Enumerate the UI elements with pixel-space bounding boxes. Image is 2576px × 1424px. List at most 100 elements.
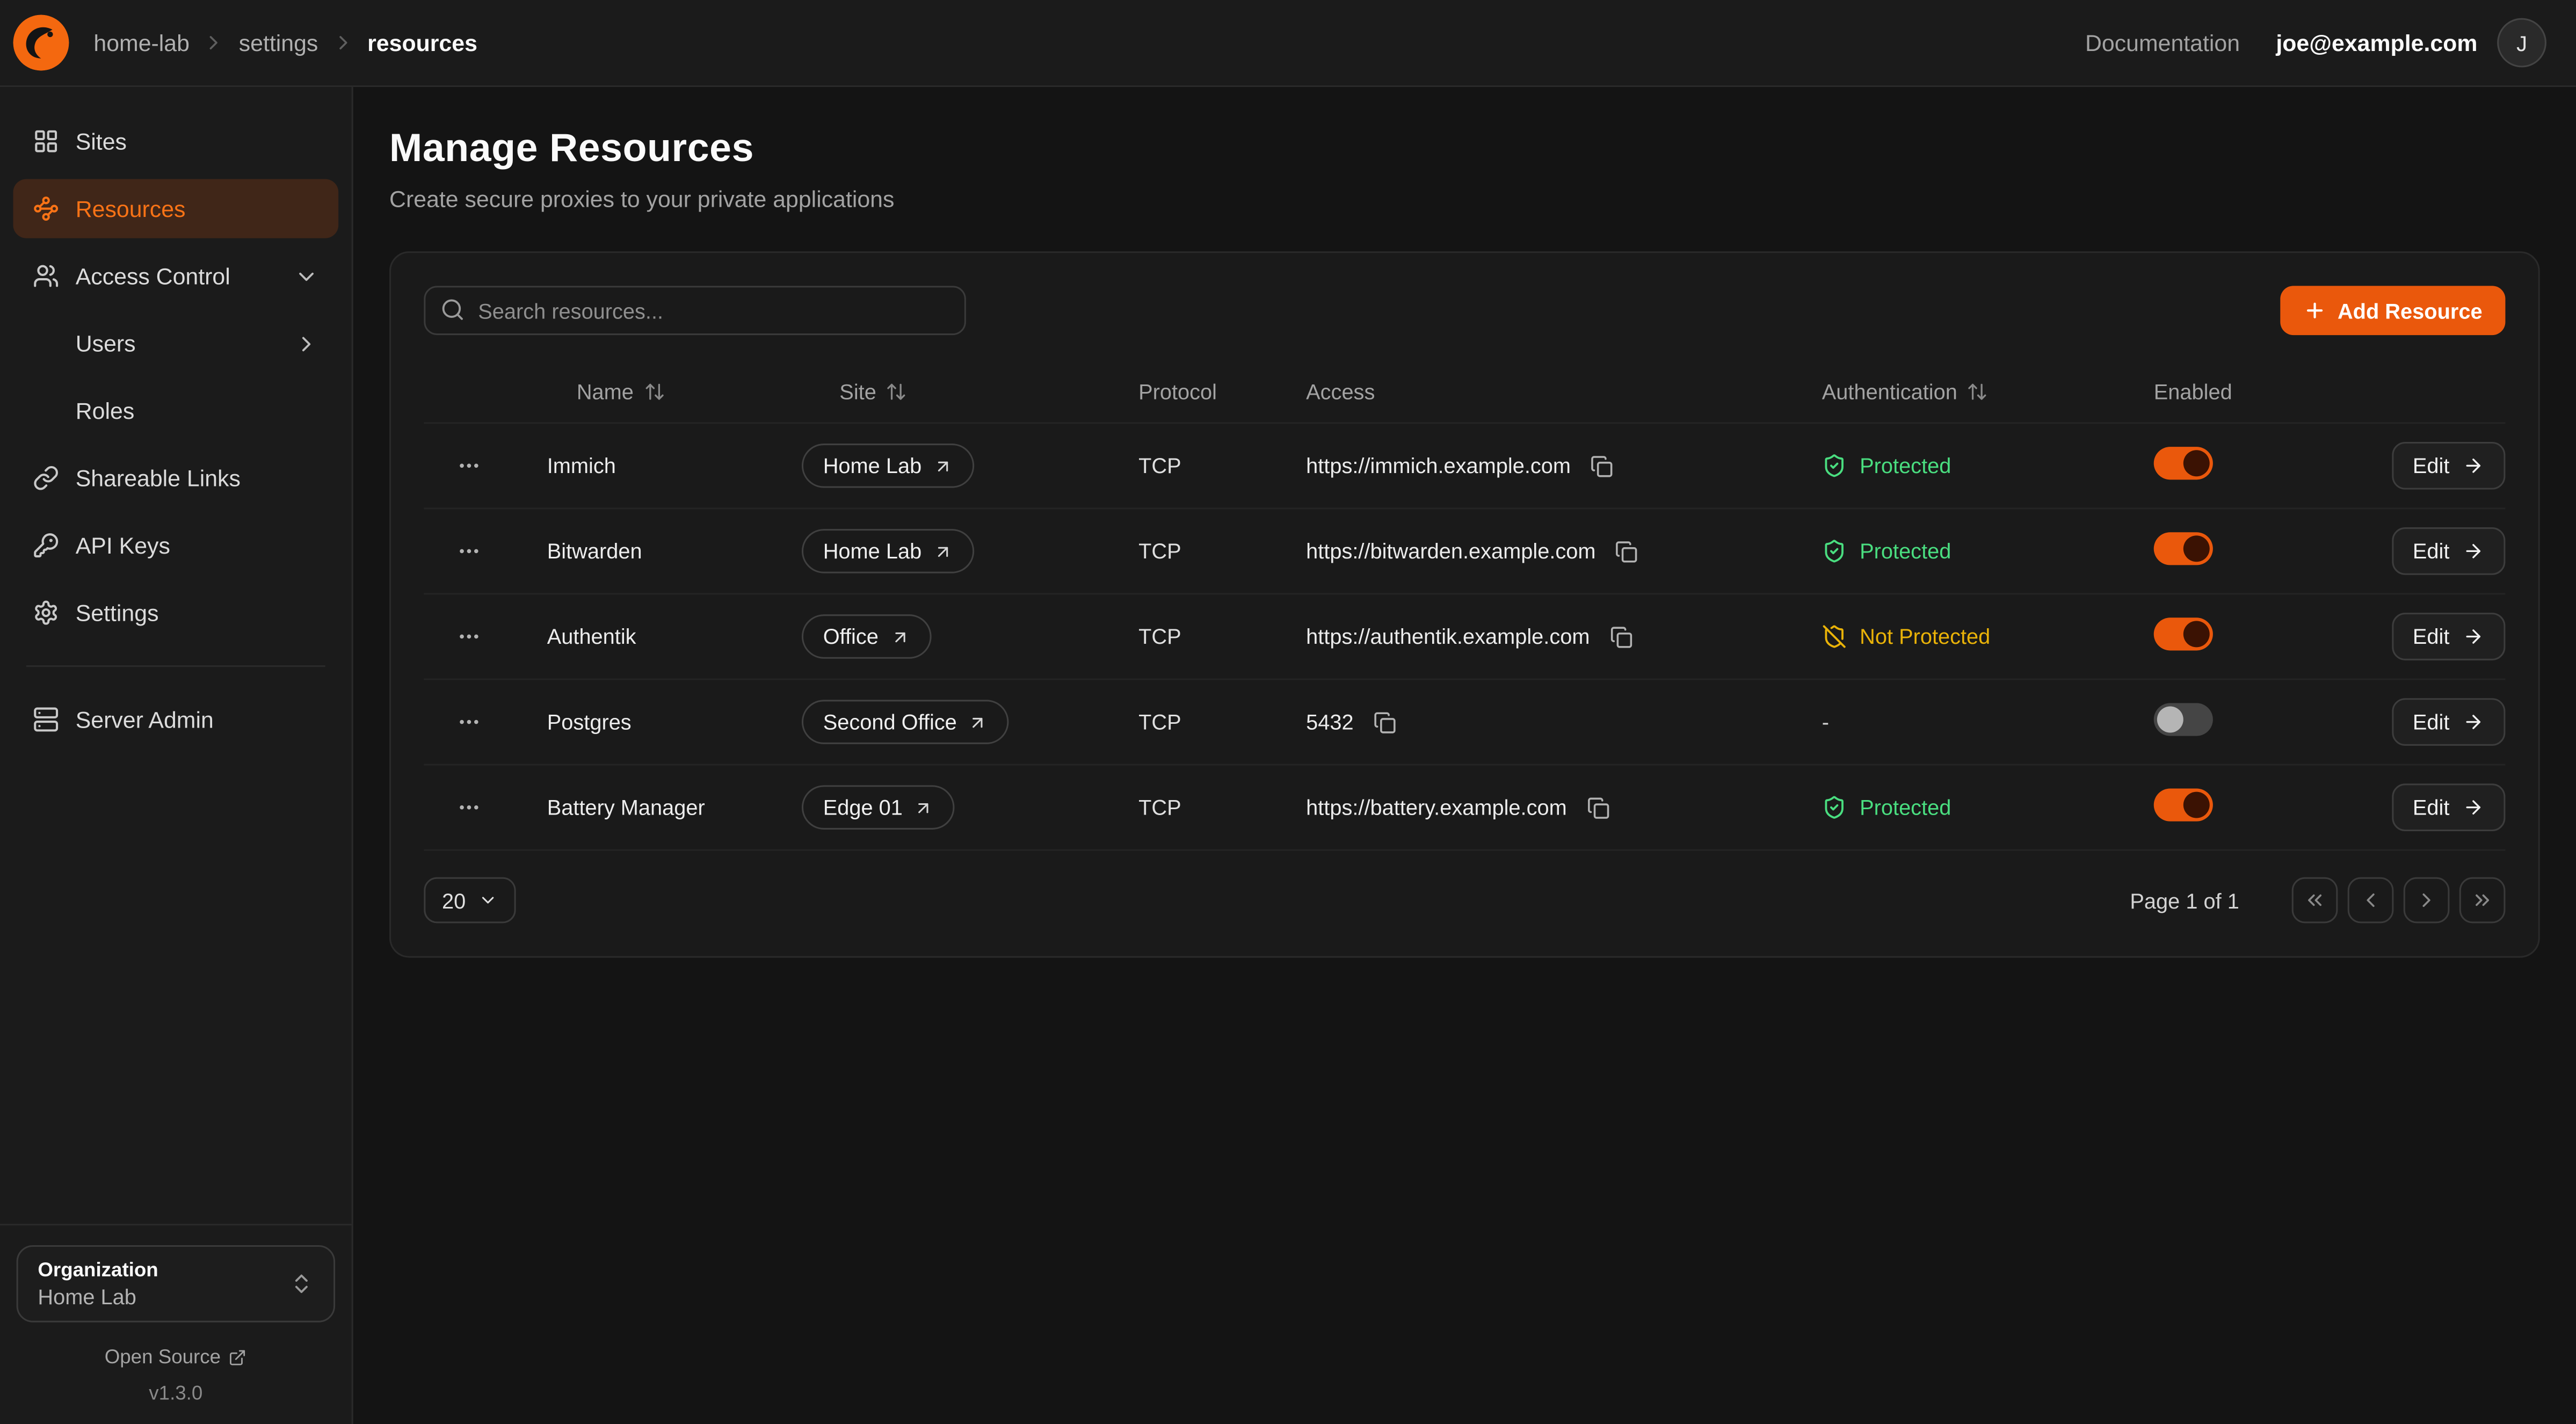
- sidebar-item-access-control[interactable]: Access Control: [13, 246, 338, 306]
- header-label: Access: [1306, 380, 1375, 404]
- previous-page-button[interactable]: [2348, 877, 2394, 924]
- page-size-select[interactable]: 20: [424, 877, 517, 924]
- avatar[interactable]: J: [2497, 18, 2546, 68]
- access-url: https://authentik.example.com: [1306, 624, 1590, 649]
- shield-check-icon: [1822, 453, 1847, 478]
- protocol: TCP: [1138, 624, 1306, 649]
- open-source-label: Open Source: [105, 1346, 221, 1369]
- enabled-toggle[interactable]: [2154, 532, 2213, 565]
- add-resource-label: Add Resource: [2338, 298, 2483, 323]
- copy-icon[interactable]: [1606, 622, 1636, 651]
- copy-icon[interactable]: [1583, 793, 1613, 822]
- breadcrumb-org[interactable]: home-lab: [93, 30, 190, 56]
- row-menu-button[interactable]: [450, 703, 488, 740]
- header-authentication[interactable]: Authentication: [1819, 380, 2151, 404]
- arrow-up-right-icon: [933, 456, 953, 476]
- shield-off-icon: [1822, 624, 1847, 649]
- site-name: Second Office: [823, 710, 957, 735]
- documentation-link[interactable]: Documentation: [2085, 30, 2240, 56]
- arrow-right-icon: [2463, 626, 2484, 648]
- arrow-right-icon: [2463, 541, 2484, 562]
- sidebar-item-api-keys[interactable]: API Keys: [13, 516, 338, 575]
- site-link[interactable]: Second Office: [802, 700, 1010, 744]
- page-subtitle: Create secure proxies to your private ap…: [389, 186, 2540, 212]
- site-link[interactable]: Office: [802, 614, 931, 659]
- sidebar-divider: [26, 665, 325, 667]
- key-icon: [33, 532, 59, 558]
- organization-label: Organization: [38, 1258, 289, 1281]
- edit-button[interactable]: Edit: [2391, 698, 2505, 746]
- copy-icon[interactable]: [1587, 451, 1617, 481]
- sidebar-item-shareable-links[interactable]: Shareable Links: [13, 448, 338, 507]
- edit-button[interactable]: Edit: [2391, 527, 2505, 575]
- open-source-link[interactable]: Open Source: [17, 1346, 336, 1369]
- resources-toolbar: Add Resource: [424, 286, 2505, 335]
- next-page-button[interactable]: [2404, 877, 2450, 924]
- sidebar-item-settings[interactable]: Settings: [13, 583, 338, 642]
- resource-name: Immich: [523, 453, 802, 478]
- resource-name: Postgres: [523, 710, 802, 735]
- auth-status: Not Protected: [1819, 624, 2151, 649]
- breadcrumb-settings[interactable]: settings: [239, 30, 318, 56]
- edit-button[interactable]: Edit: [2391, 783, 2505, 831]
- shield-check-icon: [1822, 539, 1847, 563]
- shield-check-icon: [1822, 795, 1847, 820]
- enabled-toggle[interactable]: [2154, 617, 2213, 650]
- sidebar-item-resources[interactable]: Resources: [13, 179, 338, 238]
- header-label: Site: [839, 380, 876, 404]
- search-input[interactable]: [424, 286, 966, 335]
- copy-icon[interactable]: [1370, 707, 1399, 737]
- organization-picker[interactable]: Organization Home Lab: [17, 1245, 336, 1323]
- enabled-toggle[interactable]: [2154, 703, 2213, 736]
- row-menu-button[interactable]: [450, 617, 488, 655]
- protocol: TCP: [1138, 710, 1306, 735]
- enabled-toggle[interactable]: [2154, 788, 2213, 821]
- arrow-up-right-icon: [933, 541, 953, 561]
- header-protocol: Protocol: [1138, 380, 1306, 404]
- auth-status: -: [1819, 710, 2151, 735]
- sidebar-item-users[interactable]: Users: [13, 314, 338, 373]
- header-site[interactable]: Site: [802, 380, 1138, 404]
- resource-name: Bitwarden: [523, 539, 802, 563]
- edit-label: Edit: [2413, 710, 2450, 735]
- row-menu-button[interactable]: [450, 532, 488, 570]
- chevrons-up-down-icon: [289, 1272, 314, 1296]
- header-name[interactable]: Name: [523, 380, 802, 404]
- breadcrumb-resources[interactable]: resources: [367, 30, 477, 56]
- page-size-value: 20: [442, 888, 466, 913]
- sidebar-item-server-admin[interactable]: Server Admin: [13, 690, 338, 749]
- edit-label: Edit: [2413, 624, 2450, 649]
- row-menu-button[interactable]: [450, 788, 488, 826]
- organization-picker-text: Organization Home Lab: [38, 1258, 289, 1309]
- auth-status: Protected: [1819, 539, 2151, 563]
- add-resource-button[interactable]: Add Resource: [2280, 286, 2506, 335]
- toggle-knob: [2183, 621, 2210, 647]
- edit-button[interactable]: Edit: [2391, 613, 2505, 660]
- waypoints-icon: [33, 195, 59, 222]
- enabled-toggle[interactable]: [2154, 447, 2213, 479]
- header-label: Authentication: [1822, 380, 1957, 404]
- header-label: Name: [577, 380, 634, 404]
- last-page-button[interactable]: [2459, 877, 2506, 924]
- site-link[interactable]: Edge 01: [802, 785, 955, 830]
- sidebar-item-roles[interactable]: Roles: [13, 381, 338, 440]
- resource-name: Battery Manager: [523, 795, 802, 820]
- sidebar-item-sites[interactable]: Sites: [13, 112, 338, 171]
- edit-label: Edit: [2413, 795, 2450, 820]
- site-link[interactable]: Home Lab: [802, 529, 974, 573]
- row-menu-button[interactable]: [450, 447, 488, 484]
- site-link[interactable]: Home Lab: [802, 444, 974, 488]
- first-page-button[interactable]: [2292, 877, 2338, 924]
- table-row: Battery Manager Edge 01 TCP https://batt…: [424, 766, 2505, 851]
- sidebar-item-label: Resources: [76, 195, 186, 222]
- copy-icon[interactable]: [1612, 536, 1642, 566]
- breadcrumb: home-lab settings resources: [93, 30, 477, 56]
- table-footer: 20 Page 1 of 1: [424, 877, 2505, 924]
- breadcrumb-separator-icon: [202, 31, 226, 54]
- arrow-up-right-icon: [914, 797, 934, 817]
- app-logo[interactable]: [13, 15, 69, 71]
- edit-button[interactable]: Edit: [2391, 442, 2505, 490]
- protocol: TCP: [1138, 453, 1306, 478]
- resource-name: Authentik: [523, 624, 802, 649]
- sidebar: Sites Resources Access Control: [0, 87, 353, 1424]
